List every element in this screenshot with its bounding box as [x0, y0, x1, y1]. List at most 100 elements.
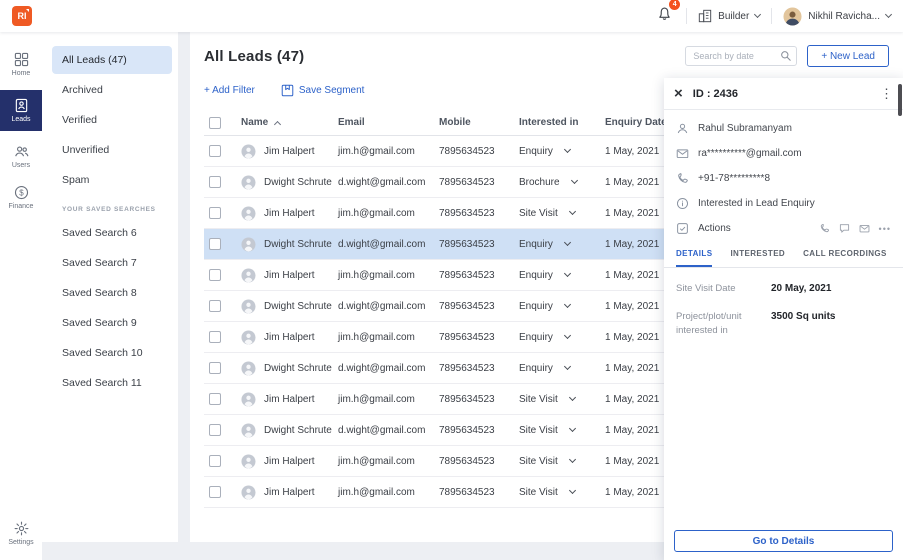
row-checkbox[interactable] — [209, 424, 221, 436]
interested-dropdown[interactable]: Enquiry — [519, 363, 605, 374]
rail-item-users[interactable]: Users — [0, 136, 42, 177]
avatar-icon — [241, 454, 256, 469]
rail-item-leads[interactable]: Leads — [0, 90, 42, 131]
app-logo[interactable]: RI — [12, 6, 32, 26]
saved-searches-header: YOUR SAVED SEARCHES — [62, 206, 172, 213]
lead-email-cell: jim.h@gmail.com — [338, 146, 439, 157]
sort-ascending-icon — [274, 121, 281, 128]
avatar-icon — [241, 144, 256, 159]
row-checkbox[interactable] — [209, 393, 221, 405]
chevron-down-icon — [564, 146, 571, 153]
chevron-down-icon — [569, 456, 576, 463]
lead-mobile-cell: 7895634523 — [439, 425, 519, 436]
avatar-icon — [241, 423, 256, 438]
lead-name-cell: Jim Halpert — [241, 330, 338, 345]
saved-search-item[interactable]: Saved Search 11 — [52, 369, 172, 397]
save-segment-button[interactable]: Save Segment — [281, 84, 365, 97]
phone-icon — [676, 172, 689, 185]
more-actions-icon[interactable]: ••• — [879, 224, 891, 234]
interested-dropdown[interactable]: Enquiry — [519, 301, 605, 312]
avatar-icon — [241, 392, 256, 407]
select-all-checkbox[interactable] — [209, 117, 221, 129]
user-name: Nikhil Ravicha... — [808, 11, 880, 22]
sidebar-item[interactable]: Verified — [52, 106, 172, 134]
row-checkbox[interactable] — [209, 300, 221, 312]
row-checkbox[interactable] — [209, 176, 221, 188]
sidebar-list: All Leads (47)ArchivedVerifiedUnverified… — [52, 46, 172, 194]
column-header-mobile[interactable]: Mobile — [439, 117, 519, 128]
new-lead-button[interactable]: + New Lead — [807, 45, 889, 67]
lead-email-cell: jim.h@gmail.com — [338, 270, 439, 281]
tab-details[interactable]: DETAILS — [676, 249, 712, 267]
interested-dropdown[interactable]: Site Visit — [519, 208, 605, 219]
rail-label: Users — [12, 162, 30, 169]
scrollbar-thumb[interactable] — [898, 84, 902, 116]
lead-email-cell: jim.h@gmail.com — [338, 208, 439, 219]
lead-name-cell: Dwight Schrute — [241, 175, 338, 190]
lead-email-cell: d.wight@gmail.com — [338, 239, 439, 250]
lead-name-cell: Dwight Schrute — [241, 423, 338, 438]
rail-item-home[interactable]: Home — [0, 44, 42, 85]
row-checkbox[interactable] — [209, 455, 221, 467]
interested-dropdown[interactable]: Site Visit — [519, 425, 605, 436]
saved-search-item[interactable]: Saved Search 7 — [52, 249, 172, 277]
column-header-interested[interactable]: Interested in — [519, 117, 605, 128]
interested-dropdown[interactable]: Enquiry — [519, 332, 605, 343]
column-header-email[interactable]: Email — [338, 117, 439, 128]
interested-dropdown[interactable]: Site Visit — [519, 394, 605, 405]
settings-gear-icon — [14, 521, 29, 536]
sidebar-item[interactable]: All Leads (47) — [52, 46, 172, 74]
call-action-icon[interactable] — [819, 223, 830, 234]
saved-search-item[interactable]: Saved Search 6 — [52, 219, 172, 247]
kebab-menu-icon[interactable]: ⋮ — [880, 86, 893, 102]
notifications-button[interactable]: 4 — [654, 4, 675, 28]
email-action-icon[interactable] — [859, 223, 870, 234]
rail-item-settings[interactable]: Settings — [0, 513, 42, 554]
chevron-down-icon — [564, 363, 571, 370]
row-checkbox[interactable] — [209, 238, 221, 250]
rail-label: Home — [12, 70, 31, 77]
saved-search-item[interactable]: Saved Search 8 — [52, 279, 172, 307]
row-checkbox[interactable] — [209, 207, 221, 219]
search-icon[interactable] — [780, 50, 792, 62]
row-checkbox[interactable] — [209, 486, 221, 498]
interested-dropdown[interactable]: Brochure — [519, 177, 605, 188]
close-icon[interactable]: × — [674, 86, 683, 101]
tab-call-recordings[interactable]: CALL RECORDINGS — [803, 249, 887, 267]
column-header-name[interactable]: Name — [241, 117, 338, 128]
chat-action-icon[interactable] — [839, 223, 850, 234]
row-checkbox[interactable] — [209, 362, 221, 374]
sidebar-item[interactable]: Unverified — [52, 136, 172, 164]
lead-mobile-cell: 7895634523 — [439, 146, 519, 157]
lead-email-cell: jim.h@gmail.com — [338, 332, 439, 343]
sidebar-item[interactable]: Archived — [52, 76, 172, 104]
avatar-icon — [241, 237, 256, 252]
saved-search-item[interactable]: Saved Search 9 — [52, 309, 172, 337]
panel-header: × ID : 2436 ⋮ — [664, 78, 903, 110]
lead-id: ID : 2436 — [693, 88, 738, 100]
row-checkbox[interactable] — [209, 145, 221, 157]
person-icon — [676, 122, 689, 135]
interested-dropdown[interactable]: Enquiry — [519, 146, 605, 157]
row-checkbox[interactable] — [209, 269, 221, 281]
user-menu[interactable]: Nikhil Ravicha... — [783, 7, 891, 26]
lead-name-cell: Jim Halpert — [241, 392, 338, 407]
chevron-down-icon — [885, 10, 892, 17]
contact-name-row: Rahul Subramanyam — [676, 122, 891, 135]
rail-item-finance[interactable]: $ Finance — [0, 177, 42, 218]
sidebar-item[interactable]: Spam — [52, 166, 172, 194]
add-filter-button[interactable]: + Add Filter — [204, 85, 255, 96]
tab-interested[interactable]: INTERESTED — [730, 249, 785, 267]
contact-interest: Interested in Lead Enquiry — [698, 198, 815, 209]
interested-dropdown[interactable]: Site Visit — [519, 487, 605, 498]
interested-dropdown[interactable]: Site Visit — [519, 456, 605, 467]
go-to-details-button[interactable]: Go to Details — [674, 530, 893, 552]
field-site-visit-date: Site Visit Date 20 May, 2021 — [676, 282, 891, 296]
chevron-down-icon — [569, 394, 576, 401]
interested-dropdown[interactable]: Enquiry — [519, 270, 605, 281]
row-checkbox[interactable] — [209, 331, 221, 343]
interested-dropdown[interactable]: Enquiry — [519, 239, 605, 250]
chevron-down-icon — [569, 208, 576, 215]
builder-dropdown[interactable]: Builder — [698, 9, 760, 23]
saved-search-item[interactable]: Saved Search 10 — [52, 339, 172, 367]
